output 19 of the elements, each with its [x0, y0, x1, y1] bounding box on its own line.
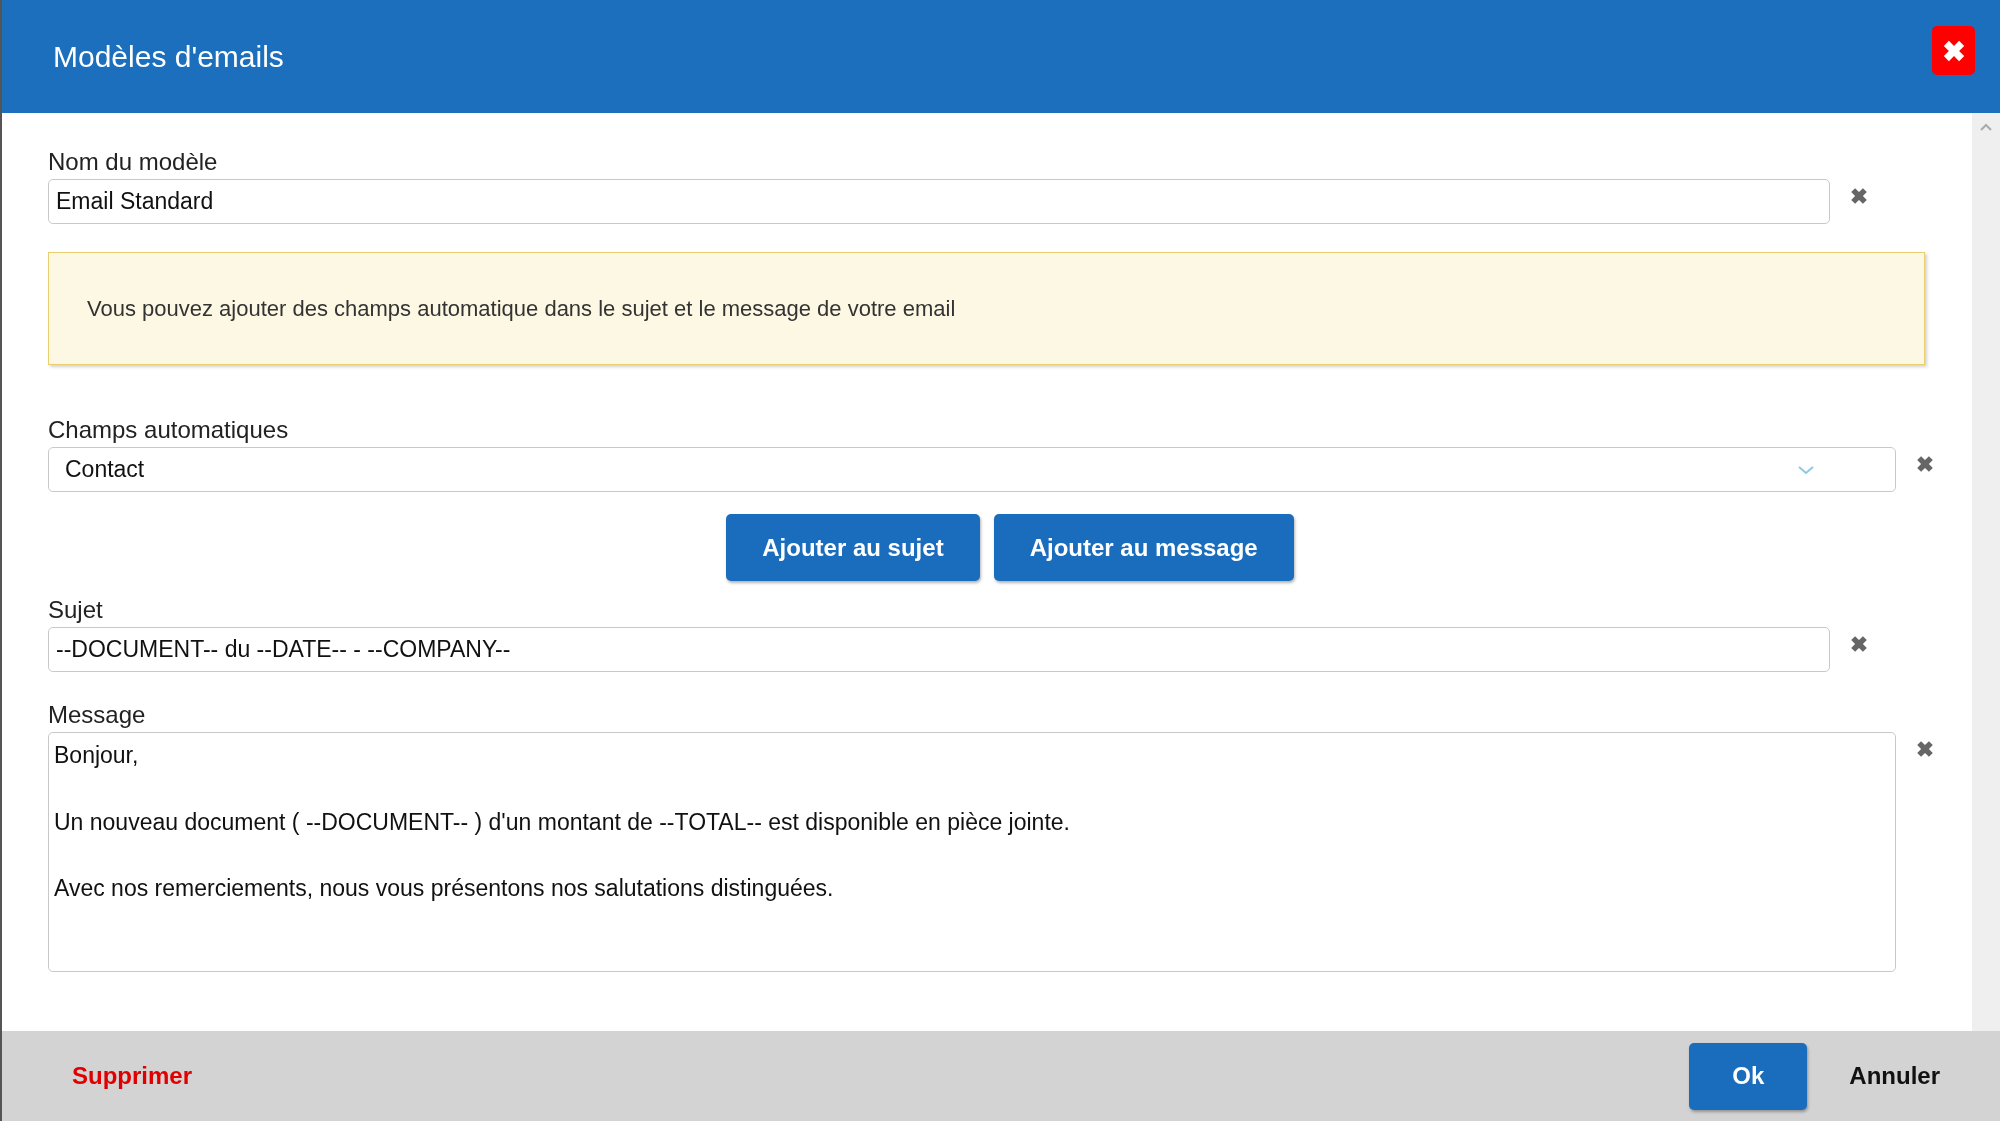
field-label: Champs automatiques: [48, 415, 290, 445]
dropdown[interactable]: Contact: [48, 447, 1896, 492]
close-button[interactable]: [1932, 26, 1975, 75]
cancel-button[interactable]: Annuler: [1849, 1062, 1940, 1090]
info-notice: Vous pouvez ajouter des champs automatique dans le sujet et le message de votre email: [48, 252, 1925, 365]
add-field-button[interactable]: Ajouter au sujet: [726, 514, 980, 581]
scrollbar[interactable]: [1972, 113, 2000, 1031]
field-label: Nom du modèle: [48, 147, 219, 177]
field-label: Message: [48, 700, 147, 730]
field-label: Sujet: [48, 595, 104, 625]
dropdown-value: Contact: [65, 456, 145, 483]
message-field[interactable]: Bonjour, Un nouveau document ( --DOCUMENT-- ) d'un montant de --TOTAL-- est disponible en pièce jointe. Avec nos remerciements, nous vous présentons nos salutations distinguées.: [48, 732, 1896, 972]
ok-button[interactable]: Ok: [1689, 1042, 1808, 1110]
chevron-down-icon: [1797, 463, 1815, 476]
text-field[interactable]: --DOCUMENT-- du --DATE-- - --COMPANY--: [48, 627, 1830, 672]
dialog-title: Modèles d'emails: [53, 39, 284, 74]
text-field[interactable]: Email Standard: [48, 179, 1830, 224]
add-field-button[interactable]: Ajouter au message: [993, 514, 1294, 581]
caret-up-icon: [1979, 123, 1993, 132]
